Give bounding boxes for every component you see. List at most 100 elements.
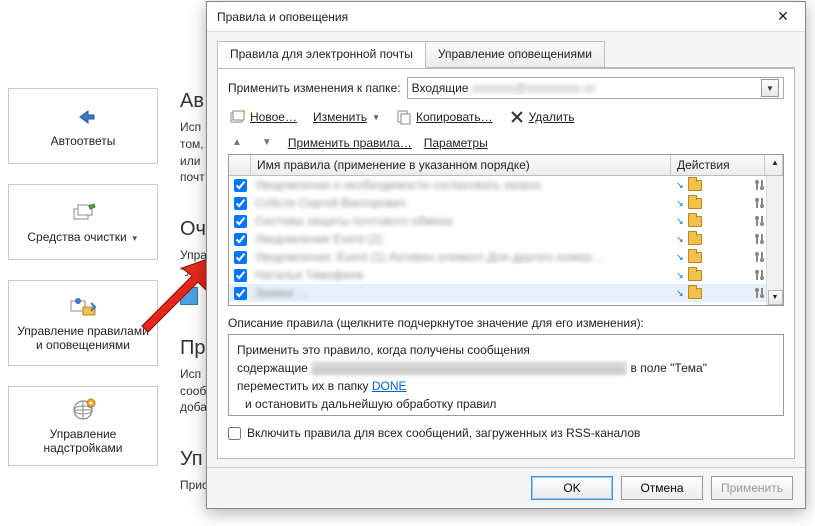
rule-row[interactable]: Уведомление: Event (1) Активен элемент Д… [229, 248, 783, 266]
card-label: Управление правилами и оповещениями [13, 325, 153, 353]
titlebar: Правила и оповещения ✕ [207, 2, 805, 32]
copy-rule-button[interactable]: Копировать… [394, 107, 495, 127]
move-arrow-icon: ↘ [676, 216, 684, 227]
card-label: Автоответы [51, 135, 116, 149]
folder-select[interactable]: Входящие xxxxxxx@xxxxxxxxx.xx ▼ [407, 77, 784, 99]
copy-icon [396, 109, 412, 125]
rule-row[interactable]: Заявки … ↘ [229, 284, 783, 302]
move-arrow-icon: ↘ [676, 270, 684, 281]
rule-condition-value-link[interactable]: xxxxxxxxxxxxxxxxxxxxxxxxxxxxxxxxxxxxxxxx… [311, 361, 627, 375]
rule-action-icons: ↘ [672, 179, 766, 191]
card-auto-replies[interactable]: Автоответы [8, 88, 158, 164]
scroll-down-button[interactable]: ▼ [768, 290, 783, 305]
wrench-icon [754, 179, 766, 191]
rule-folder-link[interactable]: DONE [372, 379, 407, 393]
rules-list[interactable]: ▼ Уведомление о необходимости согласоват… [229, 176, 783, 305]
rule-name-text: Заявки … [251, 286, 672, 300]
rss-rules-checkbox[interactable] [228, 427, 241, 440]
rule-action-icons: ↘ [672, 233, 766, 245]
rule-name-text: Уведомление: Event (1) Активен элемент Д… [251, 250, 672, 264]
rule-row[interactable]: Система защиты почтового обмена ↘ [229, 212, 783, 230]
folder-label: Применить изменения к папке: [228, 81, 401, 95]
folder-icon [688, 288, 702, 299]
wrench-icon [754, 215, 766, 227]
change-rule-button[interactable]: Изменить▼ [311, 108, 382, 126]
rule-row[interactable]: Уведомление о необходимости согласовать … [229, 176, 783, 194]
tab-panel: Применить изменения к папке: Входящие xx… [217, 69, 795, 459]
rule-action-icons: ↘ [672, 251, 766, 263]
addins-icon [69, 396, 97, 424]
rule-row[interactable]: Собств Сергей Викторович ↘ [229, 194, 783, 212]
move-down-button[interactable]: ▼ [258, 135, 276, 150]
rule-row[interactable]: Уведомление Event (2) ↘ [229, 230, 783, 248]
rule-description-box: Применить это правило, когда получены со… [228, 334, 784, 416]
ok-button[interactable]: OK [531, 476, 613, 500]
folder-icon [688, 198, 702, 209]
card-label: Средства очистки▼ [27, 231, 138, 245]
apply-button[interactable]: Применить [711, 476, 793, 500]
run-rules-now-link[interactable]: Применить правила… [288, 136, 412, 150]
rule-name-text: Наталья Тимофеев [251, 268, 672, 282]
wrench-icon [754, 251, 766, 263]
folder-icon [688, 270, 702, 281]
rule-name-text: Уведомление о необходимости согласовать … [251, 178, 672, 192]
close-button[interactable]: ✕ [761, 2, 805, 32]
card-label: Управление надстройками [13, 428, 153, 456]
tab-manage-alerts[interactable]: Управление оповещениями [426, 41, 605, 68]
rule-enabled-checkbox[interactable] [234, 287, 247, 300]
move-arrow-icon: ↘ [676, 234, 684, 245]
delete-icon [509, 109, 525, 125]
chevron-down-icon: ▼ [372, 113, 380, 122]
wrench-icon [754, 269, 766, 281]
move-arrow-icon: ↘ [676, 198, 684, 209]
rule-action-icons: ↘ [672, 197, 766, 209]
rules-list-box: Имя правила (применение в указанном поря… [228, 154, 784, 306]
card-manage-rules[interactable]: Управление правилами и оповещениями [8, 280, 158, 366]
scroll-up-button[interactable]: ▲ [765, 155, 783, 175]
cancel-button[interactable]: Отмена [621, 476, 703, 500]
options-link[interactable]: Параметры [424, 136, 488, 150]
rule-enabled-checkbox[interactable] [234, 251, 247, 264]
rule-action-icons: ↘ [672, 269, 766, 281]
move-arrow-icon: ↘ [676, 288, 684, 299]
folder-icon [688, 216, 702, 227]
move-arrow-icon: ↘ [676, 252, 684, 263]
rule-name-text: Собств Сергей Викторович [251, 196, 672, 210]
rule-enabled-checkbox[interactable] [234, 179, 247, 192]
delete-rule-button[interactable]: Удалить [507, 107, 577, 127]
dialog-footer: OK Отмена Применить [207, 467, 805, 508]
rule-enabled-checkbox[interactable] [234, 233, 247, 246]
rules-subtoolbar: ▲ ▼ Применить правила… Параметры [228, 135, 784, 150]
folder-icon [688, 180, 702, 191]
rule-name-text: Уведомление Event (2) [251, 232, 672, 246]
rule-enabled-checkbox[interactable] [234, 269, 247, 282]
rule-action-icons: ↘ [672, 215, 766, 227]
column-rule-name[interactable]: Имя правила (применение в указанном поря… [251, 155, 671, 175]
settings-sidebar: Автоответы Средства очистки▼ Управление … [8, 88, 158, 486]
new-rule-button[interactable]: Новое… [228, 107, 299, 127]
rules-icon [67, 293, 99, 321]
tab-strip: Правила для электронной почты Управление… [207, 32, 805, 67]
move-arrow-icon: ↘ [676, 180, 684, 191]
rule-enabled-checkbox[interactable] [234, 215, 247, 228]
rule-description-label: Описание правила (щелкните подчеркнутое … [228, 316, 784, 330]
move-up-button[interactable]: ▲ [228, 135, 246, 150]
tab-email-rules[interactable]: Правила для электронной почты [217, 41, 426, 68]
card-manage-addins[interactable]: Управление надстройками [8, 386, 158, 466]
new-rule-icon [230, 109, 246, 125]
rule-enabled-checkbox[interactable] [234, 197, 247, 210]
column-actions[interactable]: Действия [671, 155, 765, 175]
arrow-left-icon [68, 103, 98, 131]
wrench-icon [754, 287, 766, 299]
chevron-down-icon: ▼ [131, 234, 139, 243]
wrench-icon [754, 233, 766, 245]
card-cleanup-tools[interactable]: Средства очистки▼ [8, 184, 158, 260]
rule-name-text: Система защиты почтового обмена [251, 214, 672, 228]
wrench-icon [754, 197, 766, 209]
chevron-down-icon[interactable]: ▼ [761, 79, 779, 97]
scrollbar[interactable]: ▼ [766, 176, 783, 305]
rule-row[interactable]: Наталья Тимофеев ↘ [229, 266, 783, 284]
cleanup-icon [68, 199, 98, 227]
rules-toolbar: Новое… Изменить▼ Копировать… Удалить [228, 107, 784, 127]
rules-list-header: Имя правила (применение в указанном поря… [229, 155, 783, 176]
